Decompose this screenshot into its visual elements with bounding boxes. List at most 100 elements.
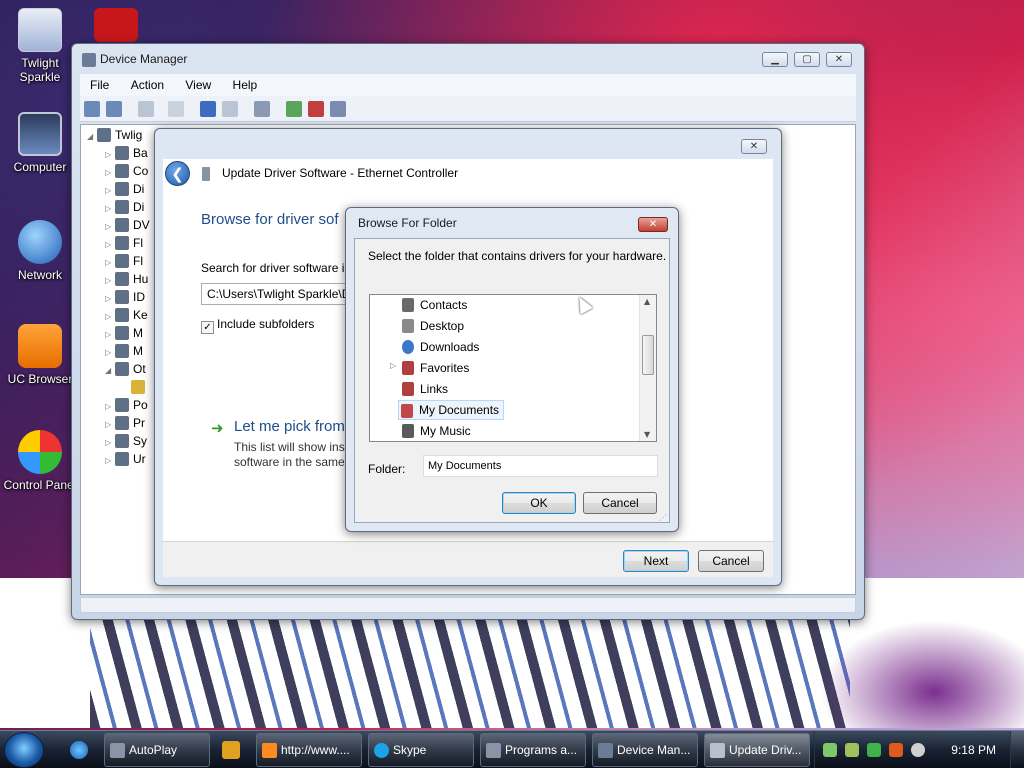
- next-button[interactable]: Next: [623, 550, 689, 572]
- tree-item[interactable]: [129, 380, 149, 398]
- tree-item[interactable]: ▷ Ur: [105, 452, 146, 470]
- desktop-icon-acrobat[interactable]: [84, 8, 148, 46]
- task-update-driver[interactable]: Update Driv...: [704, 733, 810, 767]
- programs-icon: [486, 743, 501, 758]
- desktop-icon-uc-browser[interactable]: UC Browser: [0, 324, 80, 386]
- user-folder-icon: [18, 8, 62, 52]
- tree-item-label: Co: [133, 164, 149, 178]
- tray-security-icon[interactable]: [867, 743, 881, 757]
- uc-browser-icon: [18, 324, 62, 368]
- properties-icon[interactable]: [168, 101, 184, 117]
- folder-item-my-music[interactable]: My Music: [400, 421, 475, 441]
- wizard-footer: Next Cancel: [163, 541, 773, 577]
- device-manager-titlebar[interactable]: Device Manager: [72, 44, 864, 74]
- tree-item-label: Ba: [133, 146, 148, 160]
- desktop-icon-control-panel[interactable]: Control Panel: [0, 430, 80, 492]
- desktop-folder-icon: [402, 319, 414, 333]
- task-browser[interactable]: http://www....: [256, 733, 362, 767]
- menu-view[interactable]: View: [175, 74, 219, 92]
- folder-item-my-documents[interactable]: My Documents: [398, 400, 505, 420]
- desktop-icon-label: Network: [17, 268, 62, 282]
- tray-network-icon[interactable]: [845, 743, 859, 757]
- internet-explorer-icon[interactable]: [70, 741, 88, 759]
- folder-item-favorites[interactable]: Favorites: [400, 358, 473, 378]
- pick-driver-link[interactable]: Let me pick from: [234, 418, 345, 435]
- tray-app-icon[interactable]: [823, 743, 837, 757]
- tree-item[interactable]: ▷ Di: [105, 200, 144, 218]
- folder-item-contacts[interactable]: Contacts: [400, 295, 471, 315]
- tree-item[interactable]: ◢ Ot: [105, 362, 146, 380]
- folder-tree-scrollbar[interactable]: ▲ ▼: [639, 295, 656, 441]
- help-icon[interactable]: [200, 101, 216, 117]
- task-programs[interactable]: Programs a...: [480, 733, 586, 767]
- scroll-up-arrow-icon[interactable]: ▲: [644, 297, 650, 306]
- driver-path-input[interactable]: C:\Users\Twlight Sparkle\D: [201, 283, 361, 305]
- tree-item[interactable]: ▷ Ke: [105, 308, 148, 326]
- desktop-icon-computer[interactable]: Computer: [0, 112, 80, 174]
- include-subfolders-option[interactable]: ✓ Include subfolders: [201, 317, 314, 334]
- tray-alert-icon[interactable]: [889, 743, 903, 757]
- action-pane-icon[interactable]: [222, 101, 238, 117]
- cancel-button[interactable]: Cancel: [698, 550, 764, 572]
- show-desktop-button[interactable]: [1010, 731, 1024, 768]
- tree-item[interactable]: ▷ Hu: [105, 272, 148, 290]
- tree-item[interactable]: ▷ Pr: [105, 416, 145, 434]
- ok-button[interactable]: OK: [502, 492, 576, 514]
- tray-volume-icon[interactable]: [911, 743, 925, 757]
- music-folder-icon: [402, 424, 414, 438]
- folder-item-downloads[interactable]: Downloads: [400, 337, 483, 357]
- dialog-titlebar[interactable]: Browse For Folder: [346, 208, 678, 238]
- media-player-icon[interactable]: [222, 741, 240, 759]
- resize-grip-icon[interactable]: ⋰: [659, 513, 667, 522]
- show-hide-tree-icon[interactable]: [138, 101, 154, 117]
- close-button[interactable]: ✕: [826, 52, 852, 67]
- tree-item[interactable]: ▷ Sy: [105, 434, 147, 452]
- folder-name-input[interactable]: My Documents: [423, 455, 658, 477]
- tree-root[interactable]: ◢ Twlig: [87, 128, 142, 146]
- page-heading: Browse for driver sof: [201, 211, 339, 228]
- tree-item[interactable]: ▷ M: [105, 344, 143, 362]
- back-arrow-icon[interactable]: ❮: [165, 161, 190, 186]
- tree-item[interactable]: ▷ Po: [105, 398, 148, 416]
- update-driver-icon[interactable]: [286, 101, 302, 117]
- uninstall-icon[interactable]: [308, 101, 324, 117]
- tree-item[interactable]: ▷ Ba: [105, 146, 148, 164]
- tree-item-label: Ke: [133, 308, 148, 322]
- disable-device-icon[interactable]: [330, 101, 346, 117]
- tree-item[interactable]: ▷ Co: [105, 164, 148, 182]
- menu-file[interactable]: File: [80, 74, 117, 92]
- include-subfolders-checkbox[interactable]: ✓: [201, 321, 214, 334]
- cancel-button[interactable]: Cancel: [583, 492, 657, 514]
- task-autoplay[interactable]: AutoPlay: [104, 733, 210, 767]
- tree-item[interactable]: ▷ DV: [105, 218, 150, 236]
- tree-item-label: Fl: [133, 254, 143, 268]
- include-subfolders-label: Include subfolders: [217, 317, 315, 331]
- menu-action[interactable]: Action: [121, 74, 172, 92]
- back-arrow-icon[interactable]: [84, 101, 100, 117]
- clock[interactable]: 9:18 PM: [951, 731, 996, 768]
- forward-arrow-icon[interactable]: [106, 101, 122, 117]
- tree-item[interactable]: ▷ M: [105, 326, 143, 344]
- expand-arrow-icon[interactable]: ▷: [390, 361, 396, 370]
- downloads-folder-icon: [402, 340, 414, 354]
- close-button[interactable]: ✕: [741, 139, 767, 154]
- desktop-icon-user-folder[interactable]: Twlight Sparkle: [0, 8, 80, 84]
- tree-item[interactable]: ▷ Fl: [105, 254, 143, 272]
- task-skype[interactable]: Skype: [368, 733, 474, 767]
- tree-item[interactable]: ▷ Fl: [105, 236, 143, 254]
- folder-item-desktop[interactable]: Desktop: [400, 316, 468, 336]
- minimize-button[interactable]: ▁: [762, 52, 788, 67]
- folder-tree[interactable]: Contacts Desktop Downloads ▷ Favorites L…: [369, 294, 657, 442]
- close-button[interactable]: ✕: [638, 217, 668, 232]
- start-button[interactable]: [4, 732, 44, 768]
- menu-help[interactable]: Help: [223, 74, 266, 92]
- scan-hardware-icon[interactable]: [254, 101, 270, 117]
- scrollbar-thumb[interactable]: [642, 335, 654, 375]
- tree-item[interactable]: ▷ Di: [105, 182, 144, 200]
- folder-item-links[interactable]: Links: [400, 379, 452, 399]
- desktop-icon-network[interactable]: Network: [0, 220, 80, 282]
- scroll-down-arrow-icon[interactable]: ▼: [644, 430, 650, 439]
- tree-item[interactable]: ▷ ID: [105, 290, 145, 308]
- maximize-button[interactable]: ▢: [794, 52, 820, 67]
- task-device-manager[interactable]: Device Man...: [592, 733, 698, 767]
